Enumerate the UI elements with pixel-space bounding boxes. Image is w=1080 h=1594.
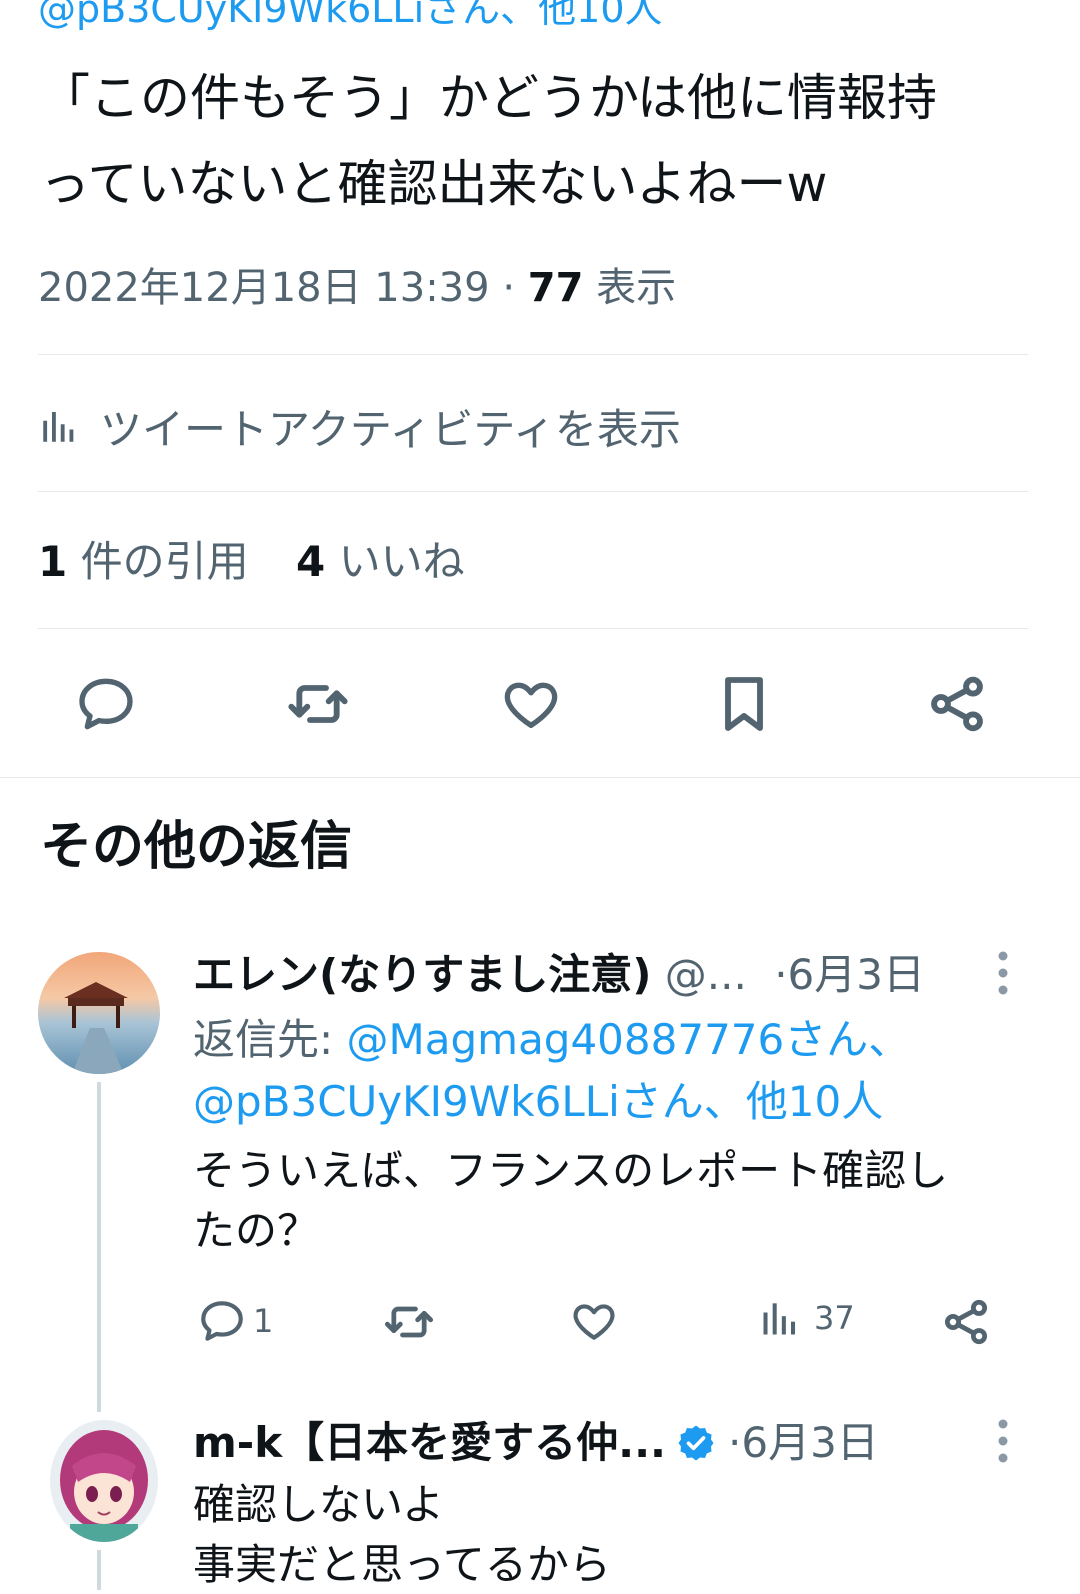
retweet-icon	[384, 1306, 434, 1338]
reply-action-like[interactable]	[569, 1296, 619, 1346]
like-icon	[573, 1304, 615, 1340]
section-title: その他の返信	[40, 817, 353, 877]
retweet-icon	[288, 685, 348, 723]
reply-to-label: 返信先:	[193, 1015, 334, 1064]
quotes-label: 件の引用	[80, 537, 249, 586]
reply-button[interactable]	[74, 672, 138, 736]
likes-count: 4	[295, 537, 326, 586]
more-icon	[998, 1419, 1008, 1463]
retweet-button[interactable]	[286, 672, 350, 736]
likes-stat[interactable]: 4 いいね	[296, 537, 465, 586]
like-button[interactable]	[499, 672, 563, 736]
avatar[interactable]	[38, 952, 160, 1074]
avatar[interactable]	[50, 1420, 158, 1542]
divider	[38, 491, 1028, 492]
meta-separator: ·	[502, 265, 516, 311]
share-button[interactable]	[925, 672, 989, 736]
tweet-activity-label: ツイートアクティビティを表示	[100, 404, 681, 454]
more-button[interactable]	[990, 950, 1016, 996]
thread-line	[97, 1082, 101, 1412]
bookmark-button[interactable]	[712, 672, 776, 736]
reply-action-share[interactable]	[940, 1296, 992, 1348]
likes-label: いいね	[338, 537, 465, 586]
tweet-activity-link[interactable]: ツイートアクティビティを表示	[38, 398, 681, 454]
reply-action-views[interactable]: 37	[758, 1296, 855, 1340]
analytics-icon	[38, 405, 80, 447]
analytics-icon	[763, 1303, 796, 1335]
handle[interactable]: @...	[665, 950, 747, 999]
reply-header: エレン(なりすまし注意) @... ·6月3日	[193, 946, 925, 1004]
thread-line	[97, 1550, 101, 1590]
reply-to-line: 返信先: @Magmag40887776さん、	[193, 1011, 910, 1069]
display-name[interactable]: エレン(なりすまし注意)	[193, 950, 651, 999]
more-button[interactable]	[990, 1418, 1016, 1464]
reply-text-line-2: 事実だと思ってるから	[193, 1540, 611, 1589]
share-icon	[931, 676, 983, 732]
more-icon	[998, 951, 1008, 995]
views-count: 37	[814, 1299, 855, 1337]
verified-icon	[676, 1423, 716, 1463]
reply-text-line-2: たの？	[193, 1206, 320, 1255]
reply-date[interactable]: ·6月3日	[728, 1414, 879, 1472]
like-icon	[504, 682, 558, 728]
views-label: 表示	[596, 265, 677, 311]
divider	[38, 354, 1028, 355]
divider	[38, 628, 1028, 629]
reply-to-mentions-2[interactable]: @pB3CUyKI9Wk6LLiさん、他10人	[193, 1073, 883, 1131]
reply-icon	[79, 678, 133, 730]
reply-action-reply[interactable]: 1	[197, 1296, 273, 1346]
tweet-meta: 2022年12月18日 13:39 · 77 表示	[38, 262, 676, 314]
tweet-text-line-2: っていないと確認出来ないよねーw	[40, 155, 828, 213]
reply-to-mention[interactable]: @Magmag40887776さん、	[347, 1015, 911, 1064]
reply-to-mentions[interactable]: @pB3CUyKI9Wk6LLiさん、他10人	[38, 0, 663, 33]
section-divider	[0, 777, 1080, 778]
views-count: 77	[527, 265, 584, 311]
engagement-stats: 1 件の引用 4 いいね	[38, 534, 465, 590]
reply-icon	[201, 1301, 243, 1341]
reply-count: 1	[253, 1302, 274, 1340]
quotes-count: 1	[38, 537, 68, 586]
tweet-timestamp[interactable]: 2022年12月18日 13:39	[38, 265, 490, 311]
tweet-text-line-1: 「この件もそう」かどうかは他に情報持	[40, 69, 937, 127]
bookmark-icon	[725, 677, 763, 731]
quotes-stat[interactable]: 1 件の引用	[38, 537, 262, 586]
reply-date[interactable]: ·6月3日	[774, 950, 925, 999]
share-icon	[944, 1299, 988, 1345]
display-name[interactable]: m-k【日本を愛する仲...	[193, 1414, 666, 1472]
reply-text-line-1: そういえば、フランスのレポート確認し	[193, 1146, 949, 1195]
reply-text-line-1: 確認しないよ	[193, 1480, 445, 1529]
reply-header: m-k【日本を愛する仲... ·6月3日	[193, 1414, 879, 1472]
reply-action-retweet[interactable]	[383, 1296, 435, 1348]
